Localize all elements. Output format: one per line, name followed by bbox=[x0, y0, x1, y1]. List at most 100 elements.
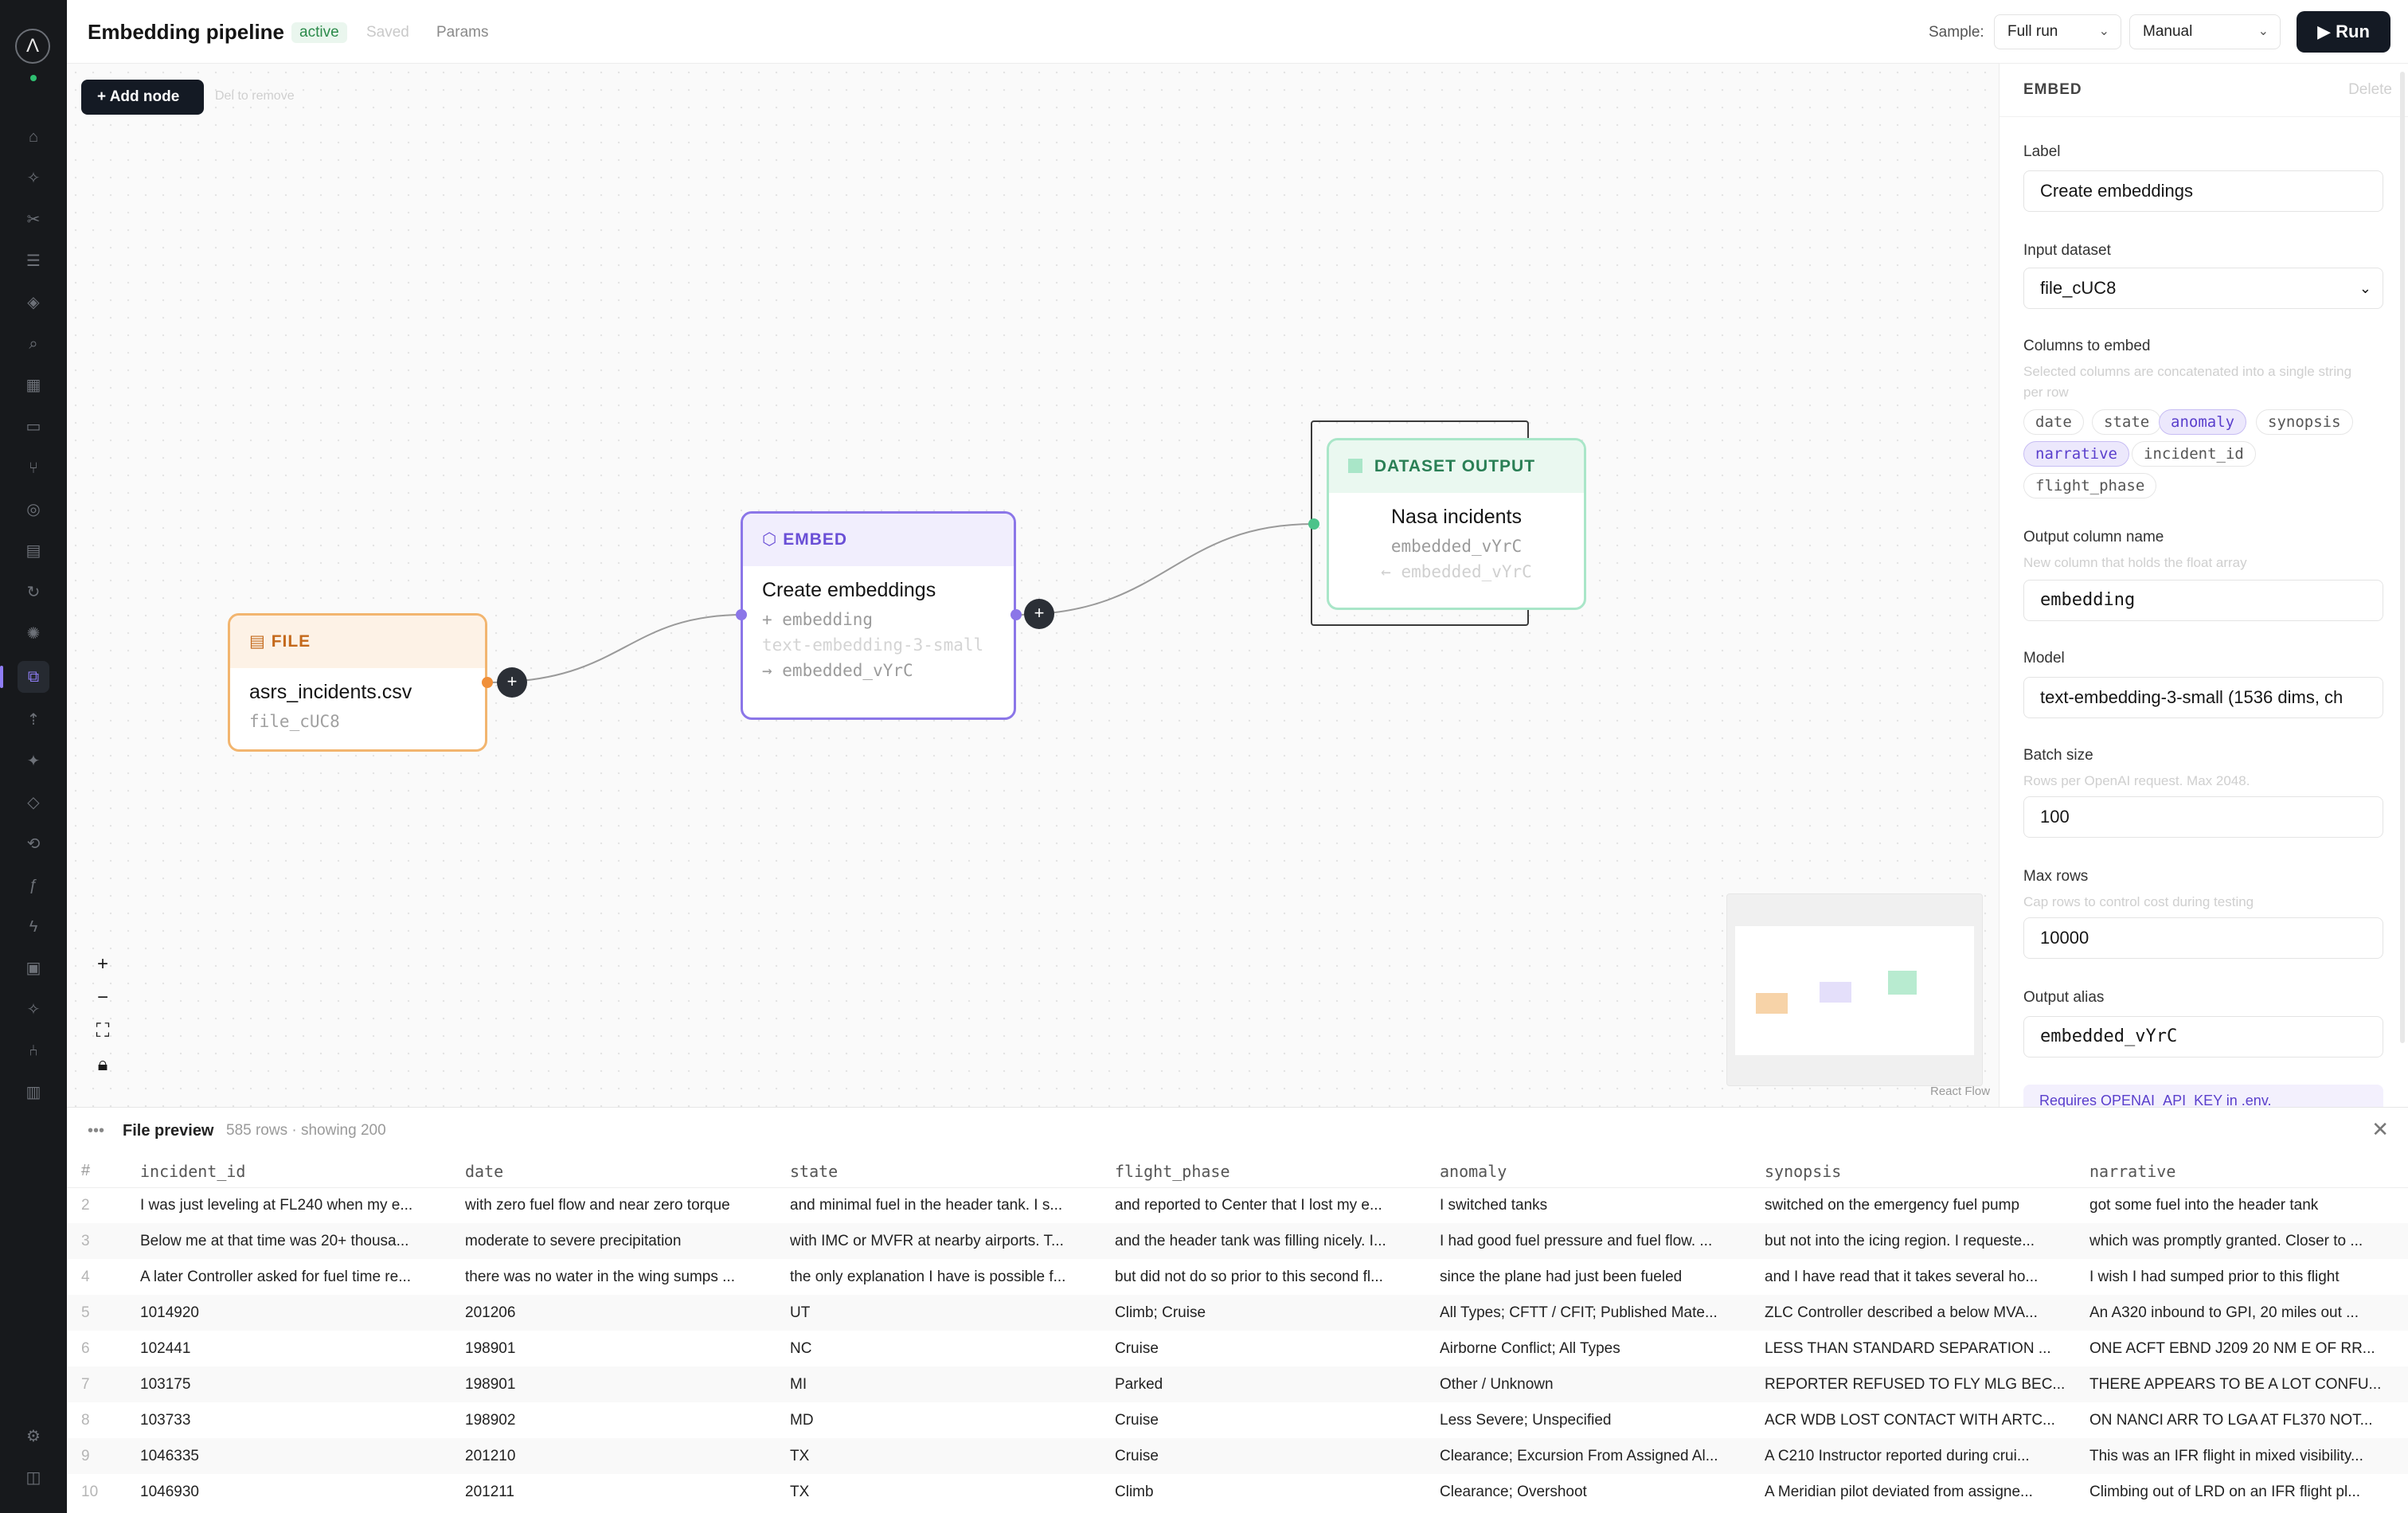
column-header[interactable]: incident_id bbox=[140, 1155, 465, 1188]
table-cell: 201206 bbox=[465, 1295, 790, 1331]
close-icon[interactable]: ✕ bbox=[2371, 1117, 2389, 1142]
scissors-icon[interactable]: ✂ bbox=[18, 204, 49, 236]
collapse-sidebar-icon[interactable]: ◫ bbox=[18, 1462, 49, 1494]
column-chip[interactable]: synopsis bbox=[2256, 409, 2353, 435]
table-cell: TX bbox=[790, 1483, 810, 1500]
lock-icon[interactable]: 🔒︎ bbox=[84, 1048, 121, 1081]
zoom-in-icon[interactable]: + bbox=[84, 948, 121, 981]
logo-icon[interactable]: Λ bbox=[15, 29, 50, 64]
sync-icon[interactable]: ⟲ bbox=[18, 828, 49, 860]
sparkle-icon[interactable]: ✧ bbox=[18, 162, 49, 194]
pipeline-icon[interactable]: ⧉ bbox=[0, 661, 49, 693]
table-cell: 198901 bbox=[465, 1366, 790, 1402]
calendar-icon[interactable]: ▣ bbox=[18, 952, 49, 984]
refresh-icon[interactable]: ↻ bbox=[18, 577, 49, 608]
run-button[interactable]: ▶ Run bbox=[2297, 11, 2390, 53]
minimap[interactable] bbox=[1726, 893, 1983, 1086]
zoom-out-icon[interactable]: − bbox=[84, 981, 121, 1015]
dataset-output-node[interactable]: DATASET OUTPUT Nasa incidents embedded_v… bbox=[1327, 438, 1586, 610]
output-input-handle[interactable] bbox=[1308, 518, 1319, 530]
column-chip-selected[interactable]: narrative bbox=[2023, 441, 2129, 467]
file-node-title: asrs_incidents.csv bbox=[249, 681, 412, 703]
column-header[interactable]: synopsis bbox=[1765, 1155, 2089, 1188]
shield-icon[interactable]: ◇ bbox=[18, 787, 49, 819]
document-icon[interactable]: ▤ bbox=[18, 535, 49, 567]
mode-select[interactable]: Manual ⌄ bbox=[2129, 14, 2281, 49]
table-cell: An A320 inbound to GPI, 20 miles out ... bbox=[2089, 1295, 2408, 1331]
column-chip-selected[interactable]: anomaly bbox=[2159, 409, 2247, 435]
table-row[interactable]: 10 1046930 201211 TX Climb Clearance; Oversho… bbox=[67, 1474, 2408, 1510]
table-row[interactable]: 2 I was just leveling at FL240 when my e.… bbox=[67, 1187, 2408, 1223]
table-row[interactable]: 6 102441 198901 NC Cruise Airborne Conflict; … bbox=[67, 1331, 2408, 1366]
output-alias-field[interactable]: embedded_vYrC bbox=[2023, 1016, 2383, 1058]
panel-scrollbar[interactable] bbox=[2400, 72, 2405, 1043]
folder-icon[interactable]: ▭ bbox=[18, 411, 49, 443]
column-header[interactable]: anomaly bbox=[1440, 1155, 1765, 1188]
storage-icon[interactable]: ▥ bbox=[18, 1077, 49, 1108]
column-header[interactable]: narrative bbox=[2089, 1155, 2408, 1188]
flow-canvas[interactable]: + Add node Del to remove ▤ FILE asrs_inc… bbox=[67, 64, 1999, 1107]
home-icon[interactable]: ⌂ bbox=[18, 121, 49, 153]
file-node-id: file_cUC8 bbox=[249, 712, 340, 731]
model-select[interactable]: text-embedding-3-small (1536 dims, ch bbox=[2023, 677, 2383, 718]
add-after-file-button[interactable]: + bbox=[497, 667, 527, 698]
table-row[interactable]: 7 103175 198901 MI Parked Other / Unknown REPO… bbox=[67, 1366, 2408, 1402]
branch-icon[interactable]: ⑂ bbox=[18, 452, 49, 484]
fit-view-icon[interactable]: ⛶ bbox=[84, 1015, 121, 1048]
table-cell: A Meridian pilot deviated from assigne..… bbox=[1765, 1483, 2033, 1500]
sample-select[interactable]: Full run ⌄ bbox=[1994, 14, 2121, 49]
star-icon[interactable]: ✧ bbox=[18, 994, 49, 1026]
search-icon[interactable]: ⌕ bbox=[18, 328, 49, 360]
input-dataset-select[interactable]: file_cUC8 ⌄ bbox=[2023, 268, 2383, 309]
table-cell: 1014920 bbox=[140, 1295, 465, 1331]
column-chip[interactable]: flight_phase bbox=[2023, 473, 2157, 498]
table-row[interactable]: 9 1046335 201210 TX Cruise Clearance; Excursi… bbox=[67, 1438, 2408, 1474]
column-chip[interactable]: state bbox=[2092, 409, 2162, 435]
column-header[interactable]: state bbox=[790, 1155, 1115, 1188]
embed-node-output-column: + embedding bbox=[762, 610, 874, 629]
drag-handle-icon[interactable]: ••• bbox=[88, 1122, 104, 1140]
database-icon[interactable]: ☰ bbox=[18, 245, 49, 277]
react-flow-attribution[interactable]: React Flow bbox=[1930, 1085, 1990, 1098]
file-output-handle[interactable] bbox=[482, 677, 493, 688]
table-row[interactable]: 4 A later Controller asked for fuel time … bbox=[67, 1259, 2408, 1295]
online-status-dot bbox=[30, 75, 37, 81]
table-row[interactable]: 8 103733 198902 MD Cruise Less Severe; Unspec… bbox=[67, 1402, 2408, 1438]
file-node[interactable]: ▤ FILE asrs_incidents.csv file_cUC8 bbox=[228, 613, 487, 752]
upload-icon[interactable]: ⇡ bbox=[18, 704, 49, 736]
bug-icon[interactable]: ✺ bbox=[18, 618, 49, 650]
params-link[interactable]: Params bbox=[436, 24, 488, 41]
git-icon[interactable]: ⑃ bbox=[18, 1035, 49, 1067]
column-chip[interactable]: date bbox=[2023, 409, 2084, 435]
table-cell: UT bbox=[790, 1295, 1115, 1331]
table-cell: and the header tank was filling nicely. … bbox=[1115, 1223, 1440, 1259]
edge-embed-to-output[interactable] bbox=[1015, 523, 1315, 616]
label-field[interactable]: Create embeddings bbox=[2023, 170, 2383, 212]
embed-input-handle[interactable] bbox=[736, 609, 747, 620]
magic-icon[interactable]: ✦ bbox=[18, 745, 49, 777]
max-rows-field[interactable]: 10000 bbox=[2023, 917, 2383, 959]
column-chip[interactable]: incident_id bbox=[2132, 441, 2256, 467]
table-row[interactable]: 3 Below me at that time was 20+ thousa...… bbox=[67, 1223, 2408, 1259]
column-header[interactable]: flight_phase bbox=[1115, 1155, 1440, 1188]
api-key-note: Requires OPENAI_API_KEY in .env. bbox=[2023, 1085, 2383, 1107]
table-row[interactable]: 5 1014920 201206 UT Climb; Cruise All Types; … bbox=[67, 1295, 2408, 1331]
settings-icon[interactable]: ⚙ bbox=[18, 1421, 49, 1452]
brain-icon[interactable]: ◎ bbox=[18, 494, 49, 526]
column-header[interactable]: date bbox=[465, 1155, 790, 1188]
grid-icon[interactable]: ▦ bbox=[18, 369, 49, 401]
table-cell: Climbing out of LRD on an IFR flight pl.… bbox=[2089, 1483, 2361, 1500]
delete-node-button[interactable]: Delete bbox=[2348, 81, 2392, 99]
edge-file-to-embed[interactable] bbox=[487, 614, 745, 683]
table-cell: A later Controller asked for fuel time r… bbox=[140, 1268, 412, 1285]
embed-node[interactable]: ⬡ EMBED Create embeddings + embedding te… bbox=[741, 511, 1016, 720]
table-cell: I had good fuel pressure and fuel flow. … bbox=[1440, 1223, 1765, 1259]
embed-output-handle[interactable] bbox=[1010, 609, 1022, 620]
add-after-embed-button[interactable]: + bbox=[1024, 599, 1054, 629]
batch-size-field[interactable]: 100 bbox=[2023, 796, 2383, 838]
function-icon[interactable]: ƒ bbox=[18, 870, 49, 901]
layers-icon[interactable]: ◈ bbox=[18, 287, 49, 319]
output-column-field[interactable]: embedding bbox=[2023, 580, 2383, 621]
table-cell: with IMC or MVFR at nearby airports. T..… bbox=[790, 1223, 1115, 1259]
bolt-icon[interactable]: ϟ bbox=[18, 911, 49, 943]
